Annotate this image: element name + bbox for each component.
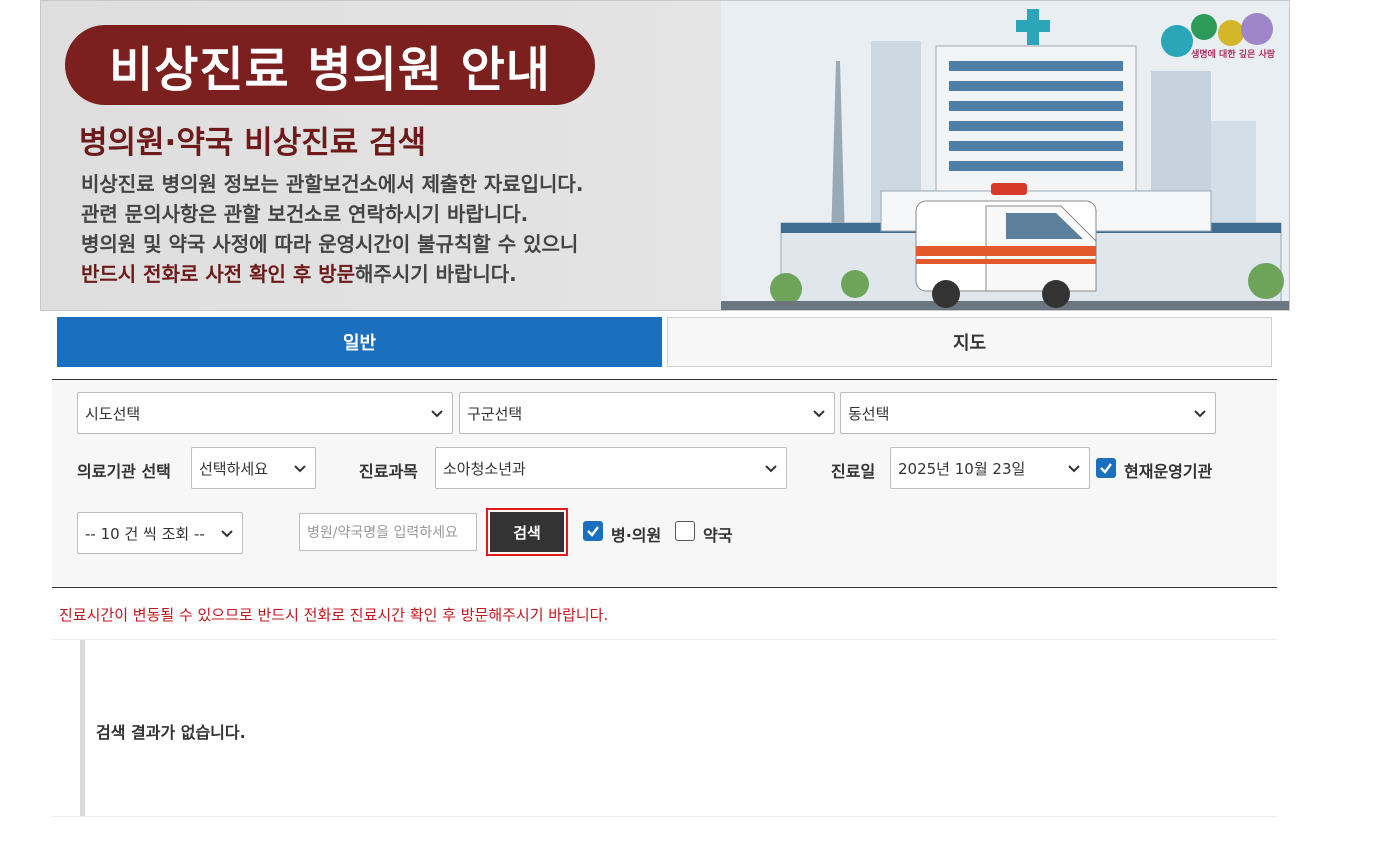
institution-select-value: 선택하세요: [199, 459, 269, 478]
chevron-down-icon: [1194, 410, 1206, 418]
dong-select[interactable]: 동선택: [840, 392, 1216, 434]
banner-line-4: 반드시 전화로 사전 확인 후 방문해주시기 바랍니다.: [81, 259, 583, 289]
name-search-input[interactable]: 병원/약국명을 입력하세요: [299, 513, 477, 551]
chevron-down-icon: [294, 465, 306, 473]
checkmark-icon: [587, 526, 599, 537]
name-search-placeholder: 병원/약국명을 입력하세요: [307, 525, 458, 541]
date-select-value: 2025년 10월 23일: [898, 459, 1026, 478]
banner: 비상진료 병의원 안내 병의원·약국 비상진료 검색 비상진료 병의원 정보는 …: [40, 0, 1290, 311]
institution-label: 의료기관 선택: [77, 462, 171, 481]
search-button-highlight: 검색: [486, 508, 568, 556]
page-size-select-value: -- 10 건 씩 조회 --: [85, 524, 205, 543]
chevron-down-icon: [765, 465, 777, 473]
tab-general[interactable]: 일반: [57, 317, 662, 367]
banner-title: 비상진료 병의원 안내: [65, 25, 595, 105]
sido-select-value: 시도선택: [85, 404, 141, 423]
operating-now-label: 현재운영기관: [1124, 462, 1213, 481]
date-select[interactable]: 2025년 10월 23일: [890, 447, 1090, 489]
date-label: 진료일: [831, 462, 876, 481]
checkmark-icon: [1100, 463, 1112, 474]
banner-line-4-rest: 해주시기 바랍니다.: [355, 262, 517, 286]
department-label: 진료과목: [359, 462, 418, 481]
department-select[interactable]: 소아청소년과: [435, 447, 787, 489]
notice-text: 진료시간이 변동될 수 있으므로 반드시 전화로 진료시간 확인 후 방문해주시…: [59, 606, 609, 624]
pharmacy-checkbox[interactable]: [675, 521, 695, 541]
banner-subtitle: 병의원·약국 비상진료 검색: [79, 125, 427, 161]
banner-line-2: 관련 문의사항은 관할 보건소로 연락하시기 바랍니다.: [81, 202, 529, 226]
search-button[interactable]: 검색: [490, 512, 564, 552]
banner-line-3: 병의원 및 약국 사정에 따라 운영시간이 불규칙할 수 있으니: [81, 232, 579, 256]
hospital-label: 병·의원: [611, 526, 662, 545]
banner-line-1: 비상진료 병의원 정보는 관할보건소에서 제출한 자료입니다.: [81, 172, 584, 196]
hospital-checkbox[interactable]: [583, 521, 603, 541]
result-area: [80, 640, 1277, 816]
institution-select[interactable]: 선택하세요: [191, 447, 316, 489]
logo-caption: 생명에 대한 깊은 사랑: [1191, 50, 1275, 60]
chevron-down-icon: [221, 530, 233, 538]
banner-description: 비상진료 병의원 정보는 관할보건소에서 제출한 자료입니다. 관련 문의사항은…: [81, 169, 583, 289]
pharmacy-label: 약국: [703, 526, 733, 545]
page-size-select[interactable]: -- 10 건 씩 조회 --: [77, 512, 243, 554]
dong-select-value: 동선택: [848, 404, 890, 423]
chevron-down-icon: [431, 410, 443, 418]
sido-select[interactable]: 시도선택: [77, 392, 453, 434]
department-select-value: 소아청소년과: [443, 459, 526, 478]
gugun-select[interactable]: 구군선택: [459, 392, 835, 434]
divider: [52, 816, 1277, 817]
no-result-message: 검색 결과가 없습니다.: [96, 723, 246, 742]
gugun-select-value: 구군선택: [467, 404, 523, 423]
tab-map[interactable]: 지도: [667, 317, 1272, 367]
operating-now-checkbox[interactable]: [1096, 458, 1116, 478]
chevron-down-icon: [1068, 465, 1080, 473]
banner-emphasis: 반드시 전화로 사전 확인 후 방문: [81, 262, 356, 286]
chevron-down-icon: [813, 410, 825, 418]
